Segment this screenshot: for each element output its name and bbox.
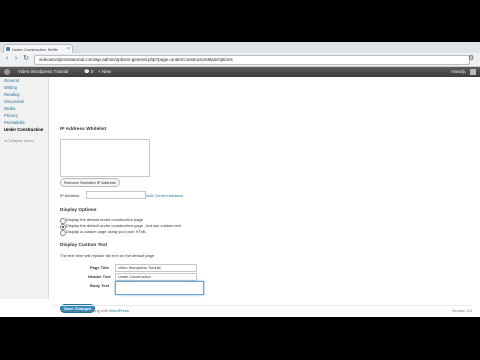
ip-address-field[interactable] <box>86 191 146 199</box>
sidebar-item-general[interactable]: General <box>0 77 48 84</box>
body-text-field[interactable] <box>115 281 204 295</box>
wordpress-link[interactable]: WordPress <box>109 308 129 313</box>
forward-icon[interactable]: › <box>12 55 20 63</box>
new-content-button[interactable]: + New <box>98 67 111 77</box>
favicon-icon <box>6 47 10 51</box>
header-text-field[interactable]: Under Construction <box>115 273 197 281</box>
browser-tab[interactable]: Under Construction Settin × <box>3 44 73 53</box>
address-bar[interactable]: videowordpresstutorial.com/wp-admin/opti… <box>34 55 470 65</box>
sidebar-item-under-construction[interactable]: Under Construction <box>0 126 48 133</box>
sidebar-item-permalinks[interactable]: Permalinks <box>0 119 48 126</box>
custom-text-heading: Display Custom Text <box>60 243 108 248</box>
comments-icon[interactable]: 💬 0 <box>84 67 93 77</box>
remove-ip-button[interactable]: Remove Selected IP Address <box>60 178 120 187</box>
add-current-address-link[interactable]: Add Current Address <box>146 193 183 198</box>
ip-address-label: IP Address <box>60 193 80 198</box>
admin-sidebar: General Writing Reading Discussion Media… <box>0 77 49 299</box>
close-tab-icon[interactable]: × <box>67 45 70 53</box>
header-text-label: Header Text <box>88 274 111 279</box>
page-title-field[interactable]: Video Wordpress Tutorial <box>115 264 197 272</box>
sidebar-item-reading[interactable]: Reading <box>0 91 48 98</box>
browser-tab-bar: Under Construction Settin × <box>0 42 480 53</box>
page-title-label: Page Title <box>90 265 109 270</box>
avatar[interactable] <box>470 69 476 75</box>
sidebar-item-writing[interactable]: Writing <box>0 84 48 91</box>
howdy-label[interactable]: Howdy, <box>451 67 466 77</box>
wordpress-logo-icon[interactable] <box>4 69 10 75</box>
radio-default-custom-text-label: Display the default under construction p… <box>66 223 181 228</box>
collapse-menu-button[interactable]: ◂ Collapse menu <box>0 137 48 144</box>
admin-footer: Thank you for creating with WordPress Ve… <box>52 305 472 314</box>
sidebar-item-privacy[interactable]: Privacy <box>0 112 48 119</box>
footer-thanks: Thank you for creating with WordPress <box>60 308 129 313</box>
ip-whitelist-heading: IP Address Whitelist <box>60 127 107 132</box>
tab-title: Under Construction Settin <box>12 47 58 52</box>
main-content: IP Address Whitelist Remove Selected IP … <box>52 77 472 313</box>
sidebar-item-media[interactable]: Media <box>0 105 48 112</box>
display-options-heading: Display Options <box>60 208 97 213</box>
back-icon[interactable]: ‹ <box>3 55 11 63</box>
custom-text-description: The text here will replace the text on t… <box>60 253 155 258</box>
reload-icon[interactable]: ↻ <box>22 55 30 63</box>
comments-count: 0 <box>90 69 94 74</box>
wp-admin-bar: Video Wordpress Tutorial 💬 0 + New Howdy… <box>0 67 480 77</box>
admin-bar-site-name[interactable]: Video Wordpress Tutorial <box>18 67 68 77</box>
body-text-label: Body Text <box>90 283 110 288</box>
radio-custom-html-label: Display a custom page using your own HTM… <box>66 229 147 234</box>
sidebar-item-discussion[interactable]: Discussion <box>0 98 48 105</box>
footer-thanks-text: Thank you for creating with <box>60 308 110 313</box>
radio-default-page-label: Display the default under construction p… <box>66 217 143 222</box>
wrench-icon[interactable]: ⚙ <box>468 55 476 63</box>
collapse-menu-label: Collapse menu <box>7 138 34 143</box>
footer-version: Version 3.4 <box>451 308 472 313</box>
screen: Under Construction Settin × ‹ › ↻ videow… <box>0 42 480 317</box>
ip-address-list[interactable] <box>60 139 150 177</box>
browser-toolbar: ‹ › ↻ videowordpresstutorial.com/wp-admi… <box>0 53 480 67</box>
